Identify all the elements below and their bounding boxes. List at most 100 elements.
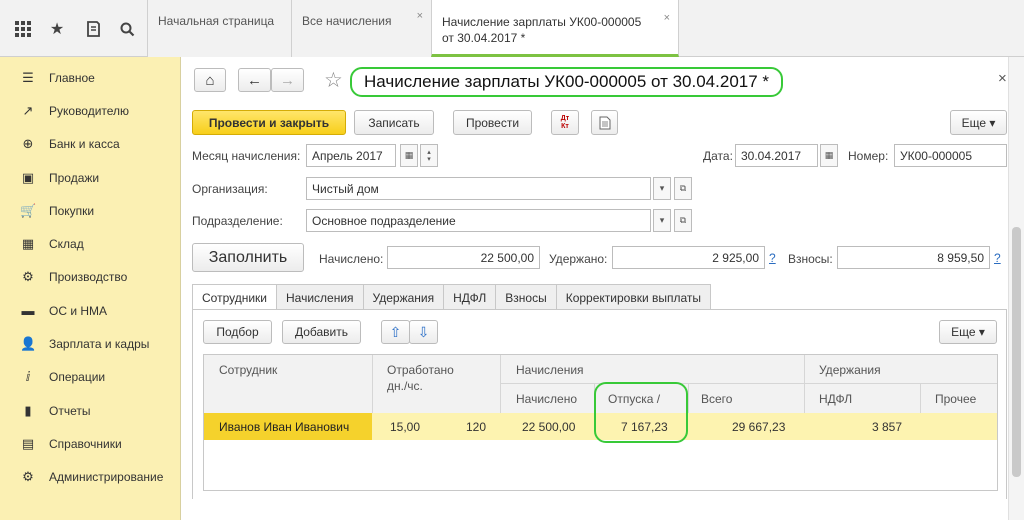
sidebar-item[interactable]: ⚙ Администрирование (0, 461, 180, 494)
sidebar-item[interactable]: ▮ Отчеты (0, 394, 180, 427)
tab-accruals[interactable]: Начисления (277, 284, 364, 310)
sidebar-item[interactable]: 👤 Зарплата и кадры (0, 327, 180, 360)
apps-grid-icon[interactable] (12, 18, 34, 40)
save-button[interactable]: Записать (354, 110, 434, 135)
document-icon (599, 116, 610, 129)
forward-button[interactable]: → (271, 68, 304, 92)
sidebar-item-label: Справочники (49, 436, 122, 451)
vacation-highlight (594, 382, 688, 443)
sidebar-item[interactable]: ⚙ Производство (0, 261, 180, 294)
cell-employee[interactable]: Иванов Иван Иванович (219, 420, 349, 434)
month-field[interactable]: Апрель 2017 (306, 144, 396, 167)
sidebar-item-label: Банк и касса (49, 137, 120, 152)
sidebar-item-icon: ⚙ (22, 269, 34, 285)
history-icon[interactable] (82, 18, 104, 40)
sidebar-item-icon: 🛒 (20, 202, 37, 218)
cell-ndfl[interactable]: 3 857 (872, 420, 902, 434)
move-up-button[interactable]: ⇧ (381, 320, 410, 344)
star-icon[interactable]: ★ (46, 18, 68, 40)
department-field[interactable]: Основное подразделение (306, 209, 651, 232)
scrollbar-thumb[interactable] (1012, 227, 1021, 477)
fill-button[interactable]: Заполнить (192, 243, 304, 272)
column-header-other[interactable]: Прочее (935, 392, 976, 406)
column-header-ndfl[interactable]: НДФЛ (819, 392, 852, 406)
sidebar-item[interactable]: ↗ Руководителю (0, 94, 180, 127)
scrollbar[interactable] (1008, 57, 1024, 520)
search-icon[interactable] (116, 18, 138, 40)
sidebar-item-icon: ▬ (21, 303, 35, 319)
favorite-star-icon[interactable]: ☆ (324, 68, 343, 93)
sidebar-item-label: Продажи (49, 170, 100, 185)
tab-all-accruals[interactable]: Все начисления × (291, 0, 431, 57)
sidebar-item[interactable]: ⅈ Операции (0, 361, 180, 394)
column-header-worked[interactable]: Отработано (387, 363, 454, 377)
sidebar-item-label: Отчеты (49, 403, 91, 418)
accrued-label: Начислено: (319, 252, 384, 266)
chevron-down-icon[interactable]: ▾ (653, 209, 671, 232)
help-link[interactable]: ? (769, 251, 776, 265)
button-label: Записать (368, 115, 420, 130)
tab-home[interactable]: Начальная страница (147, 0, 291, 57)
select-button[interactable]: Подбор (203, 320, 272, 344)
calendar-icon[interactable]: ▦ (820, 144, 838, 167)
tab-employees[interactable]: Сотрудники (192, 284, 277, 310)
date-field[interactable]: 30.04.2017 (735, 144, 818, 167)
sidebar-item[interactable]: 🛒 Покупки (0, 194, 180, 227)
close-icon[interactable]: × (998, 70, 1007, 87)
sidebar-item-label: Покупки (49, 203, 95, 218)
number-field[interactable]: УК00-000005 (894, 144, 1007, 167)
contributions-label: Взносы: (788, 252, 833, 266)
table-more-button[interactable]: Еще ▾ (939, 320, 997, 344)
column-header-employee[interactable]: Сотрудник (219, 363, 277, 377)
sidebar-item-icon: ▤ (21, 435, 35, 451)
tab-ndfl[interactable]: НДФЛ (444, 284, 497, 310)
sidebar: ☰ Главное ↗ Руководителю ⊕ Банк и касса ▣ Прода… (0, 57, 181, 520)
sidebar-item[interactable]: ▬ ОС и НМА (0, 294, 180, 327)
top-bar: ★ Начальная страница Все начисления × На… (0, 0, 1024, 57)
home-button[interactable]: ⌂ (194, 68, 226, 92)
sidebar-item-icon: ↗ (22, 102, 34, 118)
sidebar-item-label: Администрирование (49, 470, 164, 485)
button-label: Еще ▾ (951, 325, 985, 339)
sidebar-item-icon: ▮ (24, 402, 32, 418)
cell-accrued[interactable]: 22 500,00 (522, 420, 575, 434)
sidebar-item[interactable]: ▣ Продажи (0, 161, 180, 194)
column-header-total[interactable]: Всего (701, 392, 732, 406)
month-stepper[interactable]: ▴ ▾ (420, 144, 438, 167)
more-button[interactable]: Еще ▾ (950, 110, 1007, 135)
close-icon[interactable]: × (417, 10, 423, 22)
withheld-label: Удержано: (549, 252, 608, 266)
chevron-down-icon[interactable]: ▾ (653, 177, 671, 200)
organization-field[interactable]: Чистый дом (306, 177, 651, 200)
sidebar-item[interactable]: ☰ Главное (0, 61, 180, 94)
tab-deductions[interactable]: Удержания (363, 284, 445, 310)
department-label: Подразделение: (192, 214, 283, 228)
add-button[interactable]: Добавить (282, 320, 361, 344)
sidebar-item-icon: ⊕ (22, 136, 34, 152)
move-down-button[interactable]: ⇩ (409, 320, 438, 344)
cell-hours[interactable]: 120 (466, 420, 486, 434)
post-and-close-button[interactable]: Провести и закрыть (192, 110, 346, 135)
sidebar-item[interactable]: ⊕ Банк и касса (0, 128, 180, 161)
cell-days[interactable]: 15,00 (390, 420, 420, 434)
sidebar-item[interactable]: ▦ Склад (0, 227, 180, 260)
help-link[interactable]: ? (994, 251, 1001, 265)
print-button[interactable] (591, 110, 618, 135)
home-icon: ⌂ (205, 71, 215, 89)
post-button[interactable]: Провести (453, 110, 532, 135)
open-link-icon[interactable]: ⧉ (674, 209, 692, 232)
cell-total[interactable]: 29 667,23 (732, 420, 785, 434)
close-icon[interactable]: × (664, 10, 670, 26)
dt-kt-button[interactable]: Дт Кт (551, 110, 579, 135)
tab-payment-corrections[interactable]: Корректировки выплаты (556, 284, 712, 310)
back-button[interactable]: ← (238, 68, 271, 92)
sidebar-item[interactable]: ▤ Справочники (0, 427, 180, 460)
open-link-icon[interactable]: ⧉ (674, 177, 692, 200)
accrued-total: 22 500,00 (387, 246, 540, 269)
tab-contributions[interactable]: Взносы (496, 284, 557, 310)
column-header-accrued[interactable]: Начислено (516, 392, 577, 406)
tab-payroll-document[interactable]: Начисление зарплаты УК00-000005 от 30.04… (431, 0, 679, 57)
button-label: Заполнить (208, 248, 288, 266)
number-label: Номер: (848, 149, 889, 163)
calendar-icon[interactable]: ▦ (400, 144, 418, 167)
